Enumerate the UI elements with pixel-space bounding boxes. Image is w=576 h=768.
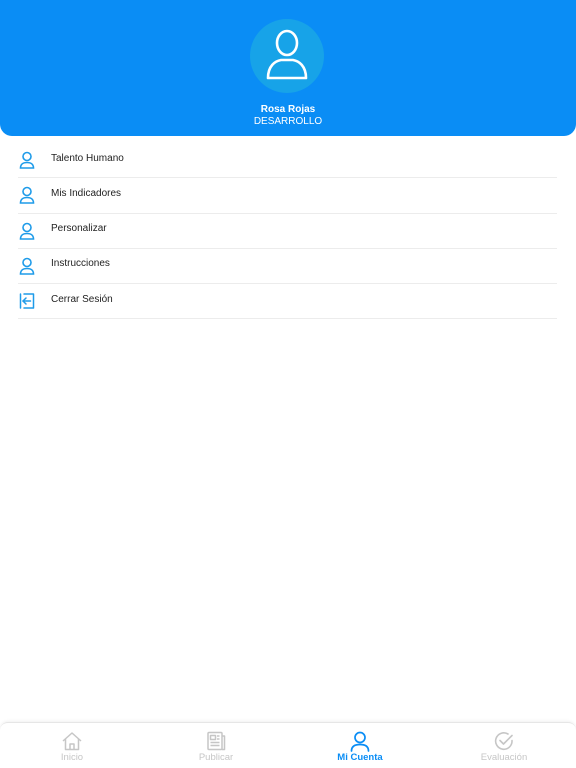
tab-label: Publicar [198,752,234,763]
user-icon [349,730,371,752]
menu-item-personalizar[interactable]: Personalizar [18,214,557,249]
user-icon [18,257,36,275]
account-menu: Talento Humano Mis Indicadores Personali… [0,143,576,320]
menu-item-talento-humano[interactable]: Talento Humano [18,143,557,179]
newspaper-icon [205,730,227,752]
tab-label: Evaluación [480,752,528,763]
app-screen: Rosa Rojas DESARROLLO Talento Humano Mis… [0,0,576,768]
tab-publicar[interactable]: Publicar [144,723,288,768]
menu-item-label: Cerrar Sesión [51,293,113,305]
tab-mi-cuenta[interactable]: Mi Cuenta [288,723,432,768]
tab-evaluacion[interactable]: Evaluación [432,723,576,768]
tab-label: Mi Cuenta [337,752,383,763]
user-avatar-icon [265,28,309,85]
tab-inicio[interactable]: Inicio [0,723,144,768]
user-icon [18,186,36,205]
menu-item-mis-indicadores[interactable]: Mis Indicadores [18,178,557,214]
menu-item-cerrar-sesion[interactable]: Cerrar Sesión [18,284,557,320]
logout-icon [18,292,36,310]
profile-header: Rosa Rojas DESARROLLO [0,0,576,136]
bottom-tab-bar: Inicio Publicar Mi Cuenta Evaluación [0,722,576,768]
avatar[interactable] [250,19,324,93]
tab-label: Inicio [60,752,84,763]
menu-item-label: Personalizar [51,223,107,235]
menu-item-instrucciones[interactable]: Instrucciones [18,249,557,284]
user-name: Rosa Rojas [260,104,316,115]
menu-item-label: Instrucciones [51,258,110,270]
user-icon [18,151,36,169]
menu-item-label: Mis Indicadores [51,187,122,199]
menu-item-label: Talento Humano [51,152,124,164]
home-icon [61,730,83,752]
check-circle-icon [493,730,515,752]
user-department: DESARROLLO [253,116,323,127]
user-icon [18,222,36,240]
